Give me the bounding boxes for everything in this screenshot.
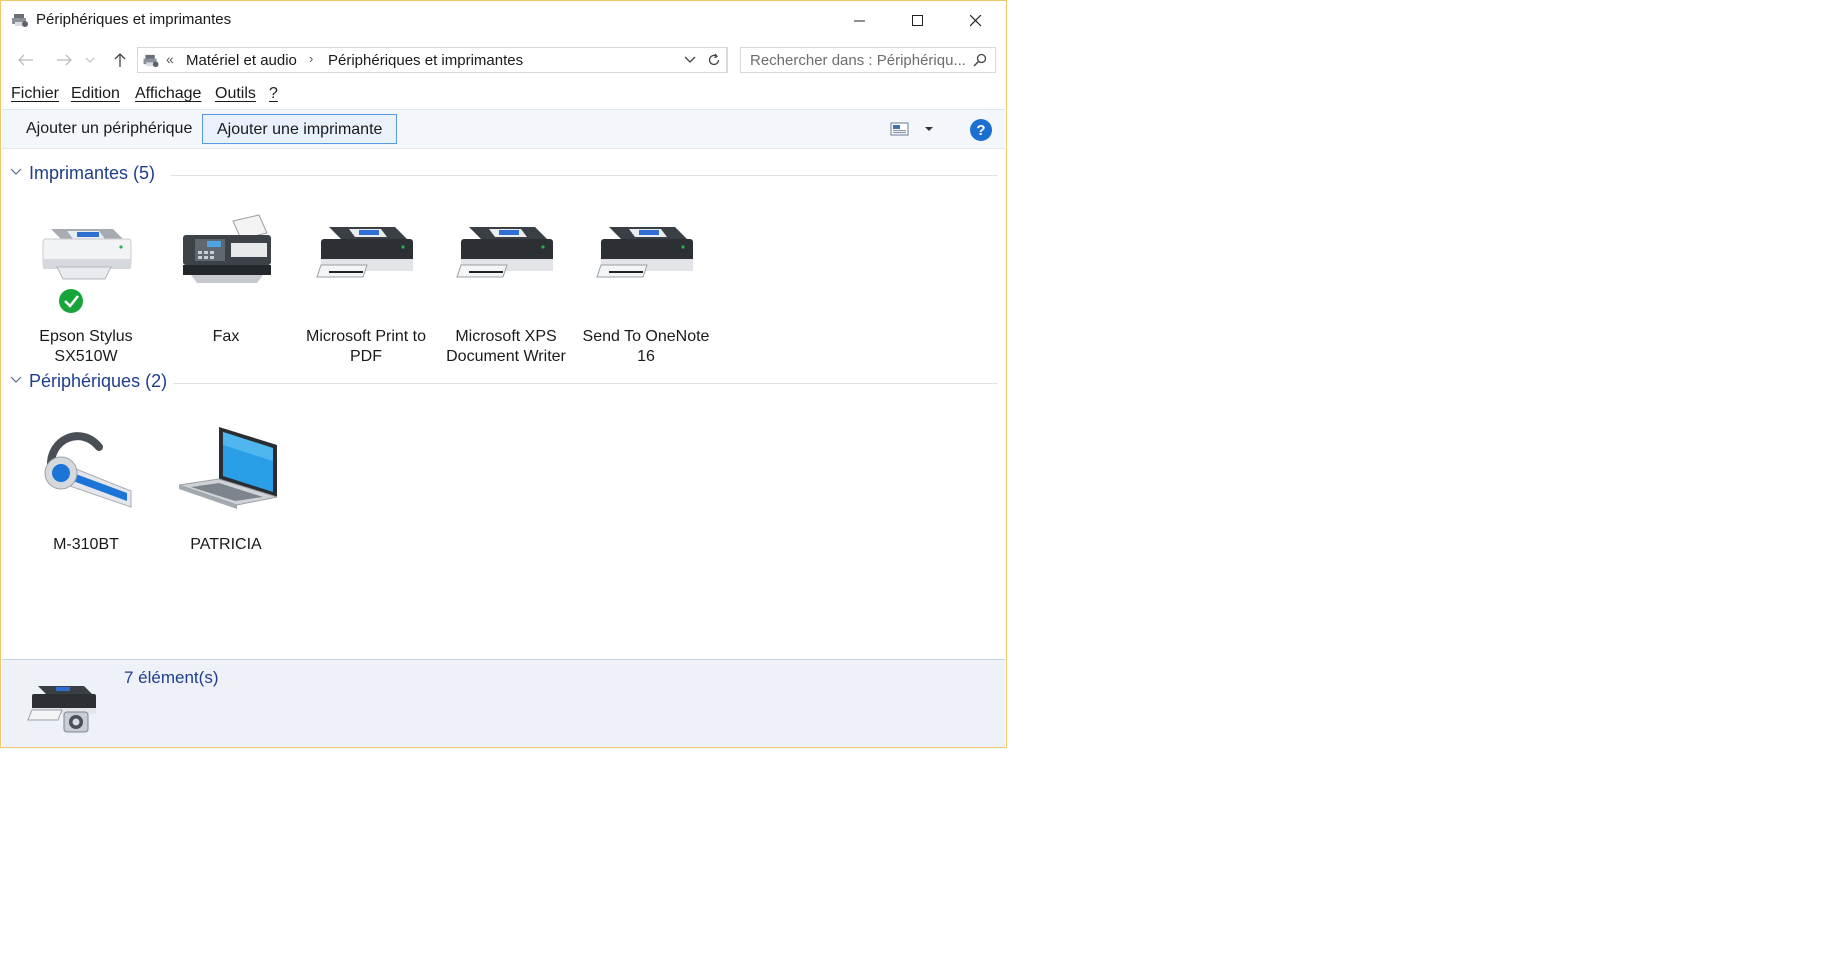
maximize-button[interactable] xyxy=(889,1,947,41)
minimize-icon xyxy=(854,20,865,22)
search-icon xyxy=(973,53,987,67)
printer-dark-icon xyxy=(596,227,693,278)
group-divider xyxy=(171,175,998,176)
devices-printers-icon xyxy=(12,14,28,27)
menu-outils[interactable]: Outils xyxy=(215,85,256,103)
device-label: M-310BT xyxy=(53,536,119,553)
search-placeholder: Rechercher dans : Périphériqu... xyxy=(750,52,966,69)
minimize-button[interactable] xyxy=(831,1,889,41)
printers-group-title: Imprimantes (5) xyxy=(29,163,156,183)
chevron-down-icon xyxy=(85,57,95,63)
up-arrow-icon xyxy=(114,53,126,67)
maximize-icon xyxy=(912,15,923,26)
device-label: PDF xyxy=(350,348,382,365)
device-tile[interactable]: Send To OneNote 16 xyxy=(581,213,711,367)
device-tile[interactable]: Microsoft XPS Document Writer xyxy=(441,213,571,367)
chevron-down-icon xyxy=(10,376,22,383)
help-button[interactable]: ? xyxy=(970,119,992,141)
device-tile[interactable]: Fax xyxy=(161,213,291,347)
title-bar: Périphériques et imprimantes xyxy=(1,1,1006,41)
search-box[interactable]: Rechercher dans : Périphériqu... xyxy=(740,47,996,73)
explorer-window: Périphériques et imprimantes « Matériel … xyxy=(0,0,1007,748)
breadcrumb-materiel-audio[interactable]: Matériel et audio xyxy=(186,52,297,69)
devices-group-title: Périphériques (2) xyxy=(29,371,168,391)
change-view-icon[interactable] xyxy=(890,121,910,137)
chevron-down-icon[interactable] xyxy=(684,53,696,65)
breadcrumb-overflow[interactable]: « xyxy=(166,51,174,67)
recent-locations-button[interactable] xyxy=(82,45,98,75)
breadcrumb-peripheriques-imprimantes[interactable]: Périphériques et imprimantes xyxy=(328,52,523,69)
device-label: PATRICIA xyxy=(190,536,262,553)
address-bar[interactable]: « Matériel et audio › Périphériques et i… xyxy=(137,47,728,73)
window-title: Périphériques et imprimantes xyxy=(36,11,232,28)
add-printer-button[interactable]: Ajouter une imprimante xyxy=(202,114,398,144)
laptop-icon xyxy=(178,427,278,509)
devices-printers-icon xyxy=(27,686,96,733)
up-button[interactable] xyxy=(107,45,133,75)
menu-help[interactable]: ? xyxy=(269,85,278,103)
forward-button[interactable] xyxy=(51,45,77,75)
view-dropdown-icon[interactable] xyxy=(924,121,934,137)
chevron-down-icon xyxy=(10,168,22,175)
refresh-icon xyxy=(708,53,719,66)
device-label: Fax xyxy=(212,328,240,345)
printer-dark-icon xyxy=(316,227,413,278)
device-tile[interactable]: M-310BT xyxy=(21,421,151,555)
device-tile[interactable]: Microsoft Print to PDF xyxy=(301,213,431,367)
headset-icon xyxy=(44,432,132,508)
printer-light-icon xyxy=(42,229,132,313)
device-label: SX510W xyxy=(54,348,118,365)
item-count: 7 élément(s) xyxy=(124,668,219,687)
forward-arrow-icon xyxy=(57,54,72,66)
device-label: Microsoft XPS xyxy=(455,328,557,345)
close-button[interactable] xyxy=(947,1,1005,41)
device-label: 16 xyxy=(637,348,655,365)
group-divider xyxy=(173,383,998,384)
breadcrumb-separator[interactable]: › xyxy=(309,51,313,66)
device-label: Microsoft Print to xyxy=(305,328,427,345)
details-pane: 7 élément(s) xyxy=(2,659,1005,747)
close-icon xyxy=(970,15,982,27)
add-device-button[interactable]: Ajouter un périphérique xyxy=(12,114,206,144)
back-button[interactable] xyxy=(13,45,39,75)
device-label: Document Writer xyxy=(446,348,566,365)
devices-printers-icon xyxy=(143,54,159,68)
menu-edition[interactable]: Edition xyxy=(71,85,120,103)
device-tile[interactable]: Epson Stylus SX510W xyxy=(21,213,151,367)
back-arrow-icon xyxy=(18,54,33,66)
fax-icon xyxy=(183,214,271,283)
device-label: Send To OneNote xyxy=(582,328,710,345)
menu-affichage[interactable]: Affichage xyxy=(135,85,201,103)
printer-dark-icon xyxy=(456,227,553,278)
device-label: Epson Stylus xyxy=(39,328,133,345)
refresh-button[interactable] xyxy=(701,47,727,73)
navigation-bar: « Matériel et audio › Périphériques et i… xyxy=(1,45,1006,75)
menu-fichier[interactable]: Fichier xyxy=(11,85,59,103)
command-bar: Ajouter un périphérique Ajouter une impr… xyxy=(2,109,1005,149)
device-tile[interactable]: PATRICIA xyxy=(161,421,291,555)
